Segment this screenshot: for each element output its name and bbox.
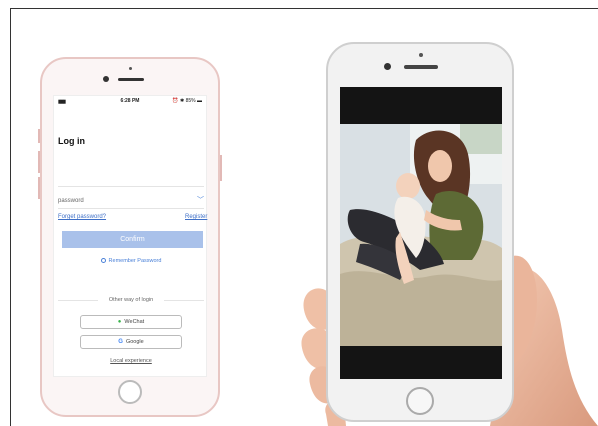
page-title: Log in (58, 136, 85, 146)
photo-screen (340, 87, 502, 379)
phone-left-volume-down (38, 177, 40, 199)
chevron-down-icon[interactable]: ﹀ (197, 195, 204, 205)
battery-status: ⏰ ✱ 85% ▬ (172, 98, 202, 104)
remember-password-toggle[interactable]: Remember Password (54, 258, 208, 264)
divider-right (164, 300, 204, 301)
earpiece-speaker (404, 65, 438, 69)
proximity-sensor (419, 53, 423, 57)
phone-left-volume-up (38, 151, 40, 173)
wechat-icon: ● (117, 319, 122, 325)
phone-left-mute-switch (38, 129, 40, 143)
home-button[interactable] (406, 387, 434, 415)
radio-icon[interactable] (100, 258, 106, 264)
front-camera (384, 63, 391, 70)
earpiece-speaker (118, 78, 144, 81)
wechat-label: WeChat (124, 319, 145, 325)
phone-left-power-button (220, 155, 222, 181)
wechat-login-button[interactable]: ● WeChat (80, 315, 182, 329)
frame-border-left (10, 8, 11, 426)
google-icon: G (118, 339, 123, 345)
mother-and-baby-photo (340, 124, 502, 346)
frame-border-top (10, 8, 598, 9)
photo-illustration (340, 124, 502, 346)
username-field-underline[interactable] (58, 186, 204, 187)
password-field-underline (58, 208, 204, 209)
remember-password-label: Remember Password (108, 258, 162, 264)
local-experience-link[interactable]: Local experience (54, 358, 208, 364)
front-camera (103, 76, 109, 82)
status-bar: ▮▮▮▮ 6:28 PM ⏰ ✱ 85% ▬ (54, 98, 206, 108)
register-link[interactable]: Register (185, 214, 207, 220)
login-screen: ▮▮▮▮ 6:28 PM ⏰ ✱ 85% ▬ Log in password ﹀… (53, 95, 207, 377)
google-login-button[interactable]: G Google (80, 335, 182, 349)
proximity-sensor (129, 67, 132, 70)
password-field[interactable]: password (58, 198, 84, 204)
phone-left: ▮▮▮▮ 6:28 PM ⏰ ✱ 85% ▬ Log in password ﹀… (38, 57, 222, 417)
forget-password-link[interactable]: Forget password? (58, 214, 106, 220)
confirm-button[interactable]: Confirm (62, 231, 203, 248)
google-label: Google (125, 339, 144, 345)
home-button[interactable] (118, 380, 142, 404)
phone-right (326, 42, 514, 422)
